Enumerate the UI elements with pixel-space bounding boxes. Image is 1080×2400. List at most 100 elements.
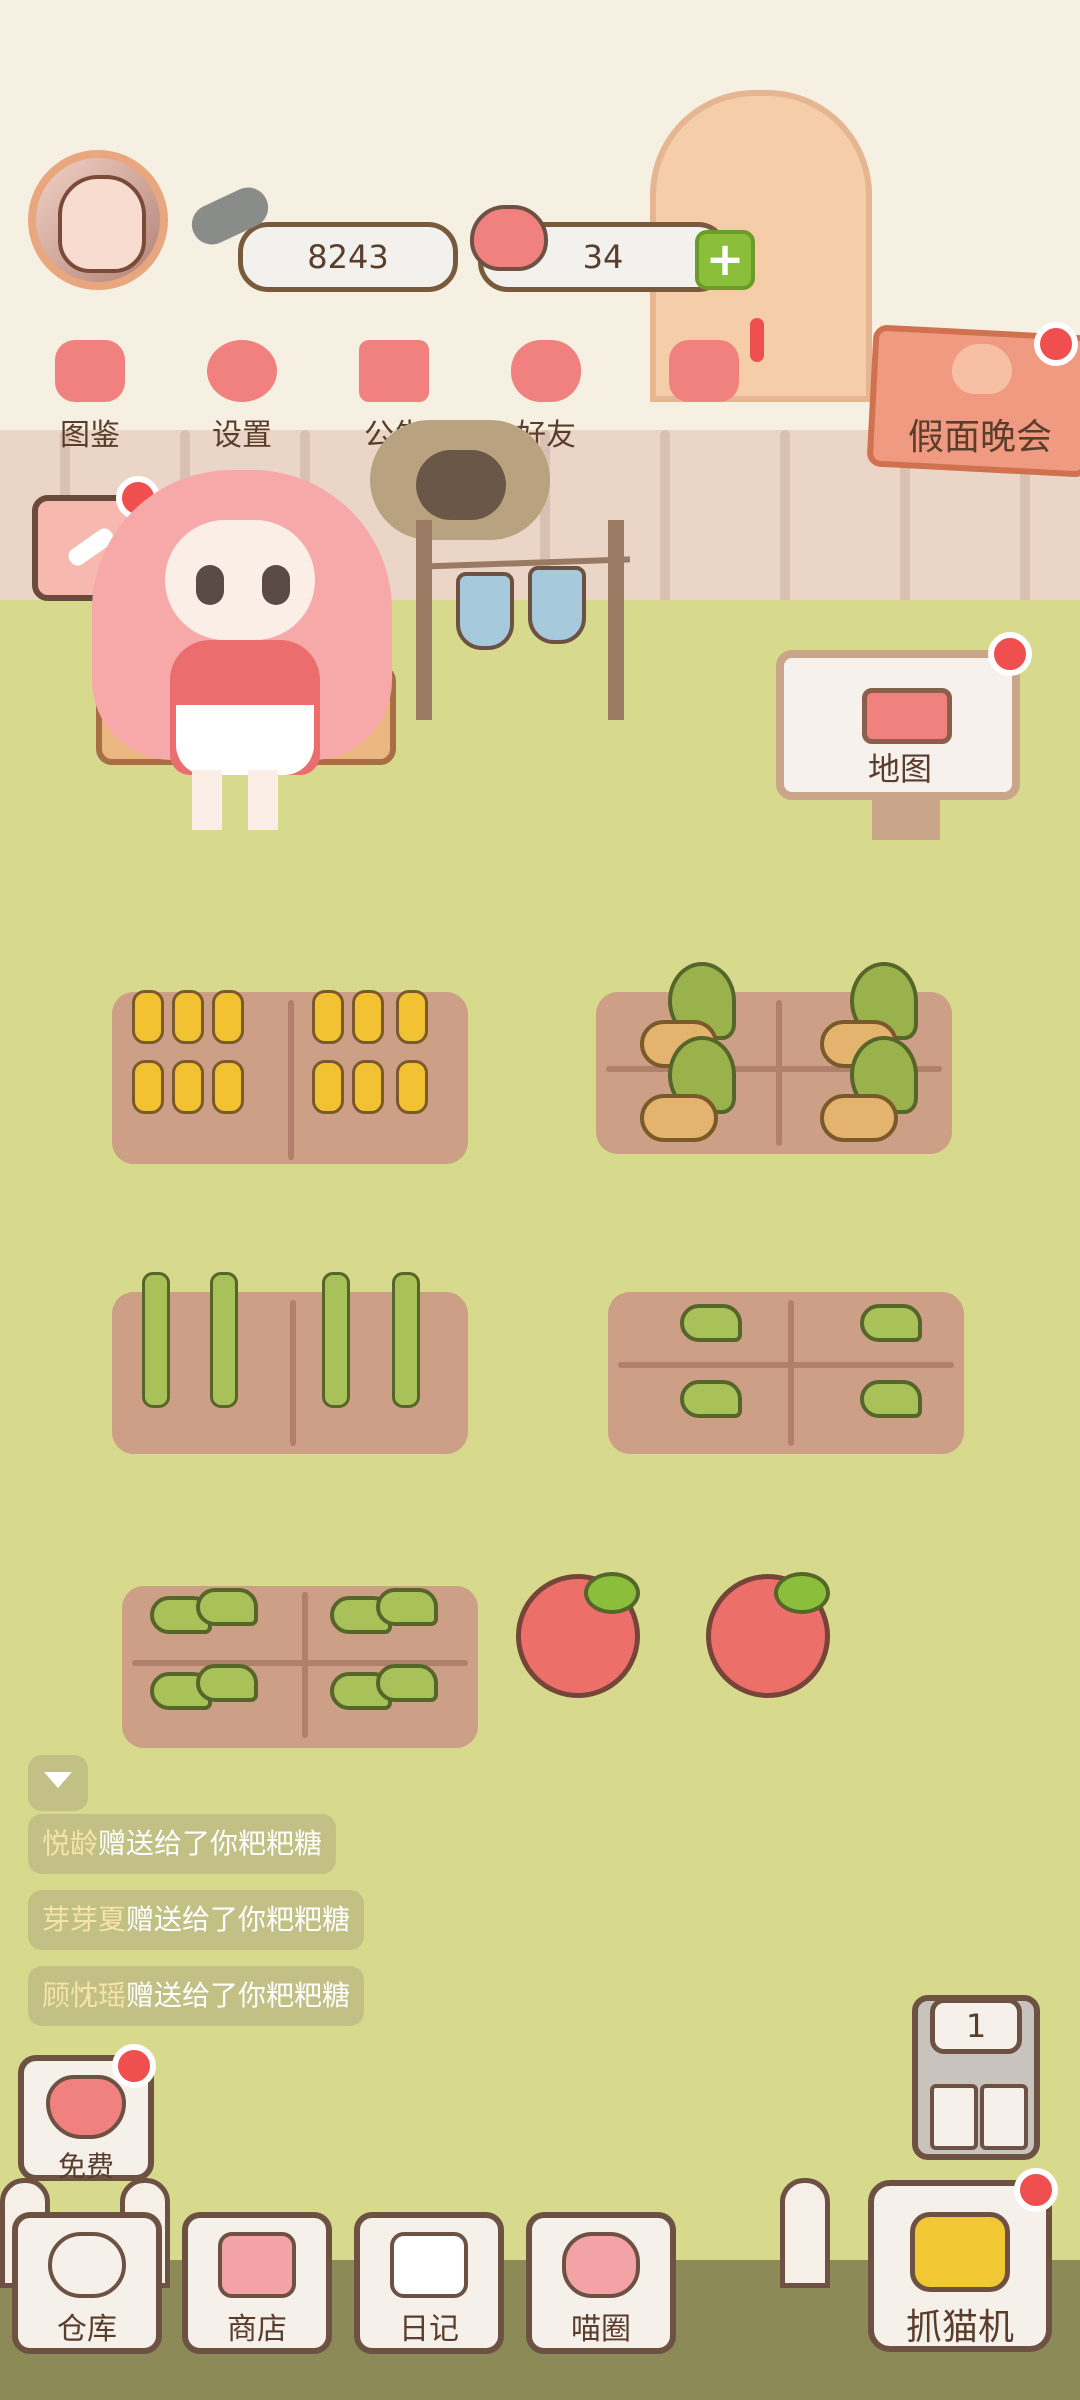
wheat-crop bbox=[132, 990, 164, 1044]
free-notification-dot bbox=[112, 2044, 156, 2088]
wheat-crop bbox=[396, 990, 428, 1044]
plot-divider bbox=[290, 1300, 296, 1446]
coin-count: 8243 bbox=[307, 238, 389, 276]
menu-collection[interactable]: 图鉴 bbox=[30, 340, 150, 453]
turnip-root bbox=[640, 1094, 718, 1142]
claw-door bbox=[930, 2084, 978, 2150]
feed-sender: 悦龄 bbox=[42, 1827, 99, 1860]
wheat-crop bbox=[312, 1060, 344, 1114]
feed-message: 赠送给了你粑粑糖 bbox=[126, 1903, 351, 1936]
tomato-leaf bbox=[584, 1572, 640, 1614]
corn-stalk bbox=[392, 1272, 420, 1408]
feed-message: 赠送给了你粑粑糖 bbox=[98, 1827, 323, 1860]
wheat-crop bbox=[212, 1060, 244, 1114]
character-eye bbox=[196, 565, 224, 605]
feed-sender: 顾忱瑶 bbox=[42, 1979, 127, 2012]
alert-icon bbox=[750, 318, 764, 362]
nav-cat-circle[interactable]: 喵圈 bbox=[526, 2212, 676, 2354]
coin-counter[interactable]: 8243 bbox=[238, 222, 458, 292]
heart-mail-icon bbox=[669, 340, 739, 402]
feed-sender: 芽芽夏 bbox=[42, 1903, 127, 1936]
gift-icon bbox=[359, 340, 429, 402]
nav-shop-label: 商店 bbox=[227, 2312, 287, 2347]
sprout bbox=[376, 1588, 438, 1626]
chevron-down-icon bbox=[44, 1772, 72, 1788]
heart-count: 34 bbox=[582, 238, 624, 276]
map-label: 地图 bbox=[868, 750, 933, 788]
sock bbox=[456, 572, 514, 650]
cat-planet-icon bbox=[562, 2232, 640, 2298]
feed-message: 赠送给了你粑粑糖 bbox=[126, 1979, 351, 2012]
diary-icon bbox=[390, 2232, 468, 2298]
nav-cat-circle-label: 喵圈 bbox=[571, 2312, 631, 2347]
plot-divider bbox=[788, 1300, 794, 1446]
sprout bbox=[376, 1664, 438, 1702]
sprout bbox=[680, 1304, 742, 1342]
character-face bbox=[165, 520, 315, 640]
tomato-leaf bbox=[774, 1572, 830, 1614]
heart-icon bbox=[470, 205, 548, 271]
claw-door bbox=[980, 2084, 1028, 2150]
laundry-pole bbox=[608, 520, 624, 720]
corn-stalk bbox=[322, 1272, 350, 1408]
event-notification-dot bbox=[1034, 322, 1078, 366]
corn-stalk bbox=[210, 1272, 238, 1408]
fence-map-icon bbox=[862, 688, 952, 744]
wheat-crop bbox=[396, 1060, 428, 1114]
fence-post bbox=[780, 2178, 830, 2288]
sprout bbox=[680, 1380, 742, 1418]
wheat-crop bbox=[352, 1060, 384, 1114]
event-label: 假面晚会 bbox=[908, 417, 1053, 458]
menu-settings[interactable]: 设置 bbox=[182, 340, 302, 453]
feed-item: 悦龄赠送给了你粑粑糖 bbox=[28, 1814, 337, 1874]
shop-icon bbox=[218, 2232, 296, 2298]
gear-icon bbox=[207, 340, 277, 402]
cat-face-mask bbox=[416, 450, 506, 520]
wheat-crop bbox=[172, 1060, 204, 1114]
game-scene: 8243 34 + 图鉴 设置 公告 好友 假面晚会 bbox=[0, 0, 1080, 2400]
map-notification-dot bbox=[988, 632, 1032, 676]
friends-icon bbox=[511, 340, 581, 402]
wheat-crop bbox=[212, 990, 244, 1044]
claw-icon bbox=[910, 2212, 1010, 2292]
sprout bbox=[196, 1664, 258, 1702]
claw-notification-dot bbox=[1014, 2168, 1058, 2212]
wheat-crop bbox=[132, 1060, 164, 1114]
laundry-pole bbox=[416, 520, 432, 720]
feed-item: 芽芽夏赠送给了你粑粑糖 bbox=[28, 1890, 365, 1950]
plot-divider bbox=[776, 1000, 782, 1146]
corn-stalk bbox=[142, 1272, 170, 1408]
character-leg bbox=[248, 770, 278, 830]
menu-messages[interactable] bbox=[644, 340, 764, 450]
feed-item: 顾忱瑶赠送给了你粑粑糖 bbox=[28, 1966, 365, 2026]
nav-diary[interactable]: 日记 bbox=[354, 2212, 504, 2354]
add-hearts-button[interactable]: + bbox=[695, 230, 755, 290]
nav-shop[interactable]: 商店 bbox=[182, 2212, 332, 2354]
sprout bbox=[860, 1304, 922, 1342]
plot-divider bbox=[288, 1000, 294, 1160]
wheat-crop bbox=[352, 990, 384, 1044]
warehouse-icon bbox=[48, 2232, 126, 2298]
avatar-portrait bbox=[58, 175, 146, 273]
heart-icon bbox=[46, 2075, 126, 2139]
nav-diary-label: 日记 bbox=[399, 2312, 459, 2347]
heart-mask-icon bbox=[952, 344, 1012, 394]
sprout bbox=[196, 1588, 258, 1626]
menu-collection-label: 图鉴 bbox=[60, 418, 120, 453]
plot-divider bbox=[618, 1362, 954, 1368]
character-skirt bbox=[176, 705, 314, 775]
wheat-crop bbox=[312, 990, 344, 1044]
sprout bbox=[860, 1380, 922, 1418]
wheat-crop bbox=[172, 990, 204, 1044]
character-leg bbox=[192, 770, 222, 830]
turnip-root bbox=[820, 1094, 898, 1142]
free-label: 免费 bbox=[57, 2150, 114, 2183]
claw-machine-label: 抓猫机 bbox=[905, 2307, 1014, 2348]
nav-warehouse[interactable]: 仓库 bbox=[12, 2212, 162, 2354]
menu-settings-label: 设置 bbox=[212, 418, 272, 453]
cat-head-icon bbox=[55, 340, 125, 402]
character-eye bbox=[262, 565, 290, 605]
nav-warehouse-label: 仓库 bbox=[57, 2312, 117, 2347]
sock bbox=[528, 566, 586, 644]
claw-ticket-count: 1 bbox=[930, 1998, 1022, 2054]
